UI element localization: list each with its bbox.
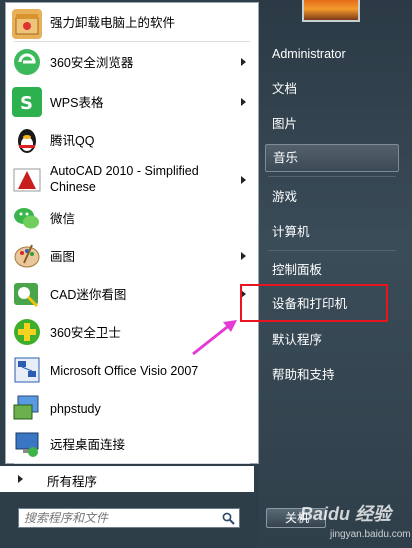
right-item-music[interactable]: 音乐 [265,144,399,172]
program-label: 微信 [50,212,76,226]
program-label: 腾讯QQ [50,134,95,148]
program-label: phpstudy [50,402,101,416]
uninstall-box-icon [12,9,42,39]
visio-icon [12,355,42,385]
360-security-icon [12,317,42,347]
program-label: WPS表格 [50,96,104,110]
program-wechat[interactable]: 微信 [6,201,258,235]
program-label: 画图 [50,250,76,264]
start-menu-program-list: 强力卸载电脑上的软件 360安全浏览器 S WPS表格 腾讯QQ AutoCAD… [5,2,259,464]
submenu-arrow-icon[interactable] [241,98,246,106]
baidu-watermark: Baidu 经验 [300,504,392,524]
search-icon[interactable] [222,512,235,525]
triangle-right-icon [18,475,23,483]
divider [268,176,396,177]
360-browser-icon [12,47,42,77]
program-label: 360安全浏览器 [50,56,134,70]
cad-viewer-icon [12,279,42,309]
program-label: Microsoft Office Visio 2007 [50,364,199,378]
right-item-computer[interactable]: 计算机 [265,218,399,246]
svg-text:S: S [20,93,33,114]
right-item-documents[interactable]: 文档 [265,75,399,103]
annotation-highlight-box [240,284,388,322]
search-box[interactable] [18,508,240,528]
program-phpstudy[interactable]: phpstudy [6,391,258,425]
program-wps-spreadsheet[interactable]: S WPS表格 [6,85,258,119]
program-label: 360安全卫士 [50,326,121,340]
divider [14,463,250,464]
right-item-pictures[interactable]: 图片 [265,110,399,138]
program-paint[interactable]: 画图 [6,239,258,273]
baidu-watermark-url: jingyan.baidu.com [330,529,411,540]
all-programs-button[interactable]: 所有程序 [0,466,254,492]
right-item-help-and-support[interactable]: 帮助和支持 [265,361,399,389]
remote-desktop-icon [12,429,42,459]
autocad-icon [12,165,42,195]
program-uninstaller[interactable]: 强力卸载电脑上的软件 [6,7,258,39]
wps-spreadsheet-icon: S [12,87,42,117]
wechat-icon [12,203,42,233]
paint-palette-icon [12,241,42,271]
divider [268,250,396,251]
program-autocad[interactable]: AutoCAD 2010 - Simplified Chinese [6,159,258,201]
program-label: AutoCAD 2010 - Simplified Chinese [50,164,199,194]
submenu-arrow-icon[interactable] [241,176,246,184]
program-label: CAD迷你看图 [50,288,127,302]
annotation-arrow [192,320,237,356]
right-item-administrator[interactable]: Administrator [265,40,399,68]
phpstudy-icon [12,393,42,423]
user-avatar[interactable] [302,0,360,22]
program-remote-desktop[interactable]: 远程桌面连接 [6,427,258,461]
right-item-default-programs[interactable]: 默认程序 [265,326,399,354]
right-item-games[interactable]: 游戏 [265,183,399,211]
search-input[interactable] [24,510,214,526]
program-qq[interactable]: 腾讯QQ [6,123,258,157]
program-360-browser[interactable]: 360安全浏览器 [6,45,258,79]
all-programs-label: 所有程序 [47,475,98,489]
program-label: 远程桌面连接 [50,438,126,452]
submenu-arrow-icon[interactable] [241,58,246,66]
right-item-control-panel[interactable]: 控制面板 [265,256,399,284]
qq-penguin-icon [12,125,42,155]
divider [14,41,250,42]
submenu-arrow-icon[interactable] [241,252,246,260]
program-label: 强力卸载电脑上的软件 [50,16,176,30]
